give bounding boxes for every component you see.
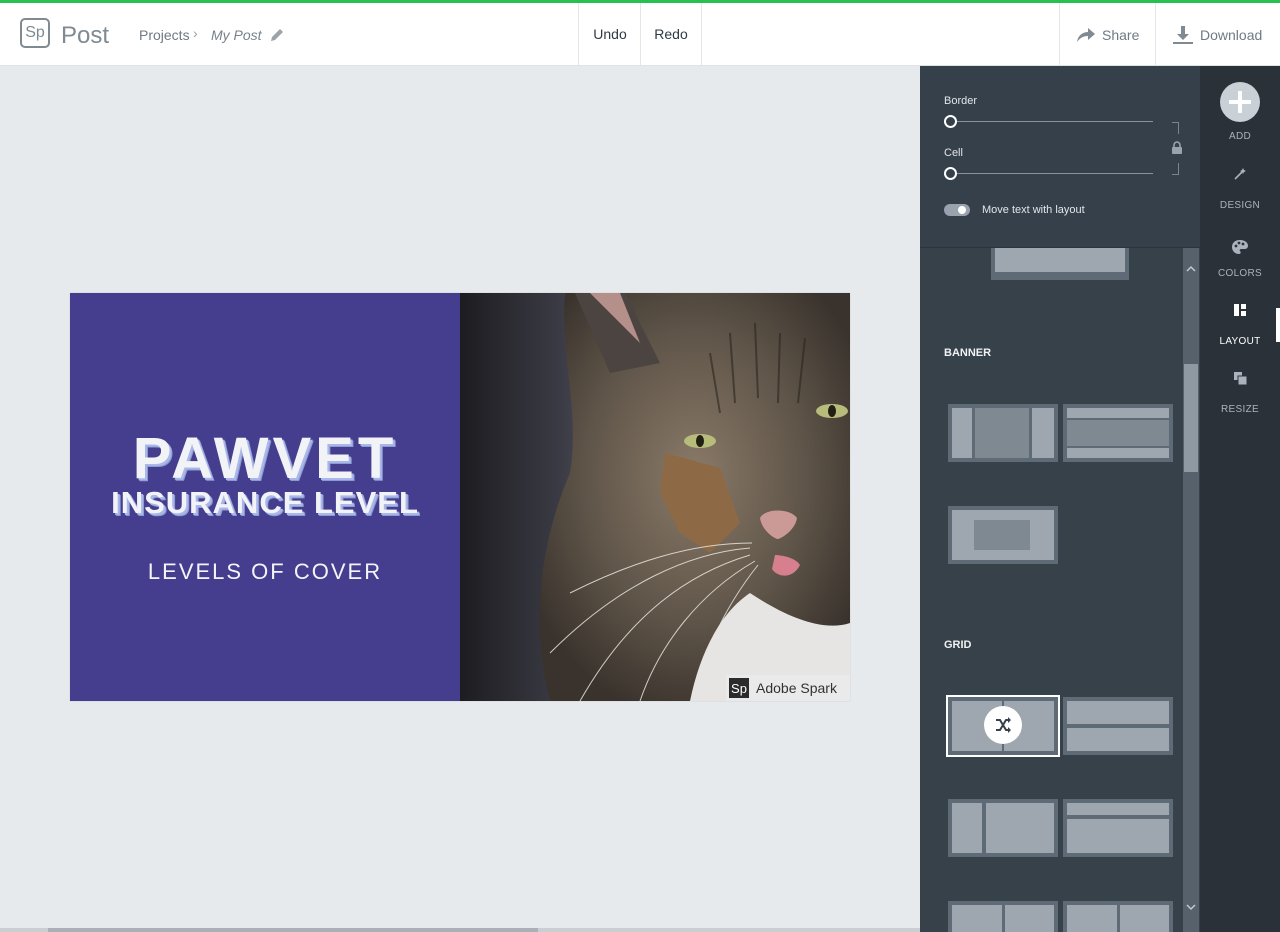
scroll-up-icon[interactable]	[1186, 264, 1196, 274]
active-nav-indicator	[1276, 308, 1280, 342]
spark-logo[interactable]: Sp	[20, 18, 50, 48]
layout-thumb-grid-2[interactable]	[1063, 697, 1173, 755]
layout-panel: Border Cell Move text with layout BANNER	[920, 66, 1200, 932]
layout-thumb-grid-4[interactable]	[1063, 799, 1173, 857]
scroll-down-icon[interactable]	[1186, 902, 1196, 912]
layout-thumb-grid-3[interactable]	[948, 799, 1058, 857]
cell-slider-handle[interactable]	[944, 167, 957, 180]
headline-title[interactable]: PAWVET	[70, 425, 460, 492]
plus-icon	[1229, 91, 1251, 113]
breadcrumb-projects[interactable]: Projects	[139, 27, 190, 43]
section-banner-label: BANNER	[944, 347, 992, 359]
layout-thumb-banner-2[interactable]	[1063, 404, 1173, 462]
scrollbar-thumb[interactable]	[1184, 364, 1198, 472]
layout-icon[interactable]	[1234, 304, 1246, 316]
app-name: Post	[61, 22, 110, 49]
nav-colors-label[interactable]: COLORS	[1200, 268, 1280, 279]
share-label: Share	[1102, 27, 1140, 43]
border-slider-track[interactable]	[952, 121, 1153, 122]
move-text-toggle[interactable]	[944, 204, 970, 216]
shuffle-icon[interactable]	[984, 706, 1022, 744]
palette-icon[interactable]	[1231, 239, 1249, 255]
add-button[interactable]	[1220, 82, 1260, 122]
body-text[interactable]: LEVELS OF COVER	[70, 559, 460, 585]
toggle-knob	[958, 206, 966, 214]
cell-label: Cell	[944, 147, 963, 159]
download-button[interactable]: Download	[1155, 3, 1280, 65]
magic-wand-icon[interactable]	[1233, 167, 1247, 181]
text-cell[interactable]: PAWVET INSURANCE LEVEL LEVELS OF COVER	[70, 293, 460, 701]
layout-thumb-banner-1[interactable]	[948, 404, 1058, 462]
share-arrow-icon	[1077, 28, 1095, 42]
adobe-spark-watermark[interactable]: Sp Adobe Spark	[726, 675, 850, 701]
spacing-controls: Border Cell Move text with layout	[920, 66, 1200, 248]
headline-subtitle[interactable]: INSURANCE LEVEL	[70, 485, 460, 521]
post-canvas[interactable]: PAWVET INSURANCE LEVEL LEVELS OF COVER S…	[70, 293, 850, 701]
share-button[interactable]: Share	[1059, 3, 1155, 65]
nav-resize-label[interactable]: RESIZE	[1200, 404, 1280, 415]
lock-bracket-top	[1172, 122, 1179, 134]
layout-thumb-banner-3[interactable]	[948, 506, 1058, 564]
layout-thumb-partial[interactable]	[991, 248, 1129, 280]
layout-thumb-grid-1-selected[interactable]	[946, 695, 1060, 757]
nav-layout-label[interactable]: LAYOUT	[1200, 336, 1280, 347]
border-slider-handle[interactable]	[944, 115, 957, 128]
resize-icon[interactable]	[1234, 372, 1247, 385]
horizontal-scrollbar-thumb[interactable]	[48, 928, 538, 932]
move-text-label: Move text with layout	[982, 204, 1085, 216]
lock-icon[interactable]	[1171, 141, 1183, 155]
layout-thumb-grid-6[interactable]	[1063, 901, 1173, 932]
breadcrumb-current-project[interactable]: My Post	[211, 27, 262, 43]
pencil-icon[interactable]	[268, 26, 286, 44]
undo-button[interactable]: Undo	[578, 3, 641, 65]
layout-thumb-grid-5[interactable]	[948, 901, 1058, 932]
cat-photo	[460, 293, 850, 701]
nav-add-label[interactable]: ADD	[1200, 131, 1280, 142]
border-label: Border	[944, 95, 978, 107]
watermark-text: Adobe Spark	[756, 680, 837, 696]
redo-button[interactable]: Redo	[640, 3, 702, 65]
side-nav: ADD DESIGN COLORS LAYOUT RESIZE	[1200, 66, 1280, 932]
lock-bracket-bottom	[1172, 163, 1179, 175]
spark-watermark-logo: Sp	[729, 678, 749, 698]
section-grid-label: GRID	[944, 639, 972, 651]
layout-scrollbar[interactable]	[1183, 248, 1199, 932]
layout-thumbnails-list: BANNER GRID	[920, 248, 1182, 932]
cell-slider-track[interactable]	[952, 173, 1153, 174]
download-icon	[1173, 26, 1193, 44]
nav-design-label[interactable]: DESIGN	[1200, 200, 1280, 211]
top-toolbar: Sp Post Projects › My Post Undo Redo Sha…	[0, 3, 1280, 66]
download-label: Download	[1200, 27, 1263, 43]
breadcrumb-separator-icon: ›	[193, 25, 198, 41]
photo-cell[interactable]	[460, 293, 850, 701]
